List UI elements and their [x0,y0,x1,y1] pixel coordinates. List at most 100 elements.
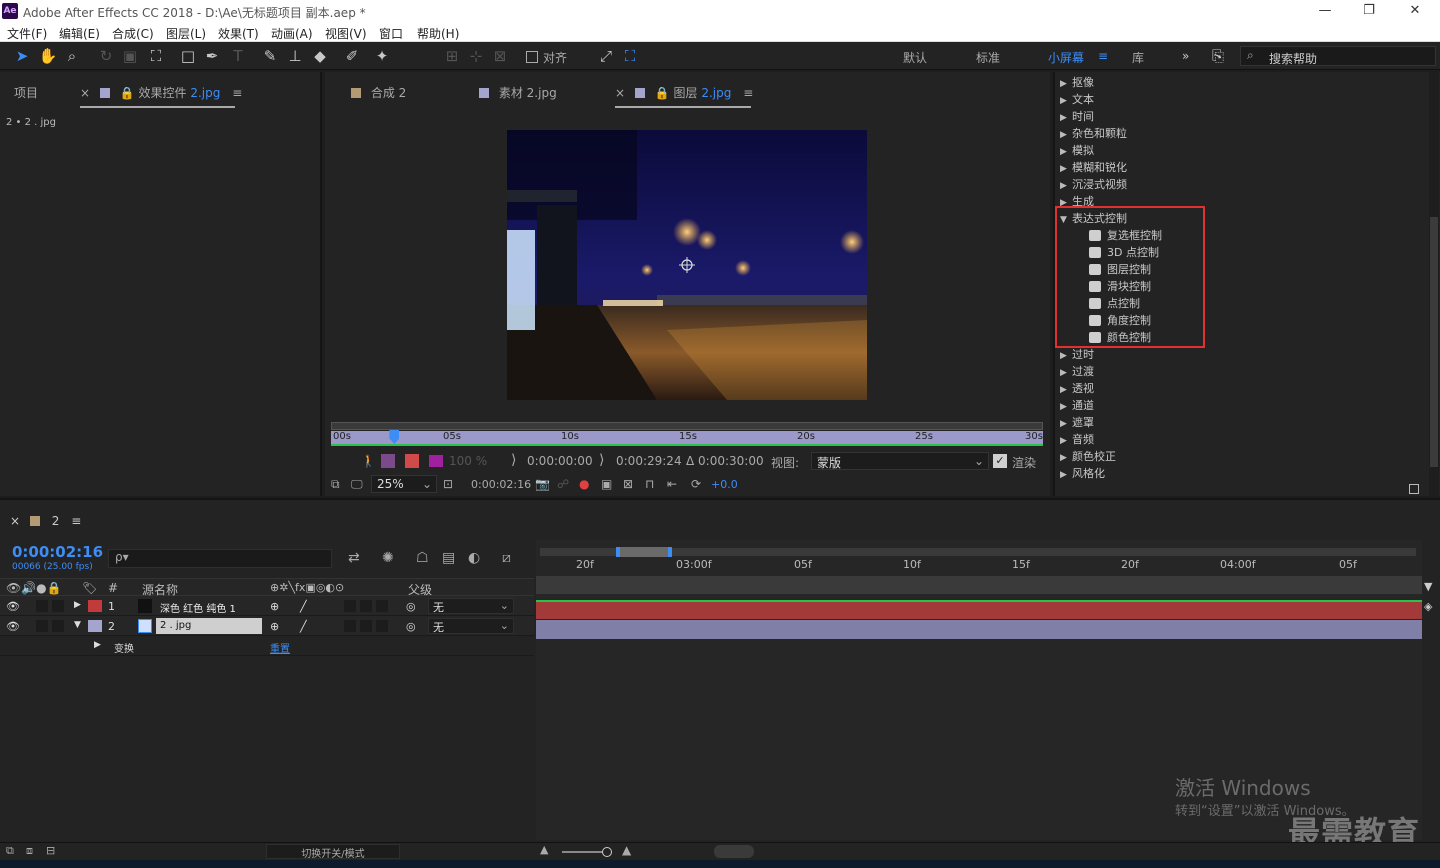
lock-icon[interactable]: 🔒 [120,86,135,100]
layer-end-icon[interactable]: ◈ [1424,600,1432,613]
zoom-out-icon[interactable]: ▲ [540,843,548,856]
layer-name[interactable]: 深色 红色 纯色 1 [156,598,262,615]
parent-dropdown[interactable]: 无 ⌄ [428,618,514,634]
expand-arrow-icon[interactable]: ▶ [1060,147,1072,157]
layer-switches-toggle-icon[interactable]: ⧉ [6,844,14,858]
frame-blending-icon[interactable]: ▤ [442,550,455,566]
expand-arrow-icon[interactable]: ▶ [74,600,81,610]
close-tab-icon[interactable]: × [615,86,625,100]
expand-arrow-icon[interactable]: ▶ [1060,419,1072,429]
effect-category[interactable]: ▶ 音频 [1060,431,1094,447]
panel-menu-icon[interactable]: ≡ [743,86,753,100]
monitor-icon[interactable]: 🖵 [351,477,363,492]
clone-stamp-tool-icon[interactable]: ⊥ [285,46,305,66]
effects-scrollbar[interactable] [1429,72,1439,496]
menu-effect[interactable]: 效果(T) [218,25,259,42]
collapse-arrow-icon[interactable]: ▼ [74,620,81,630]
puppet-pin-tool-icon[interactable]: ✦ [372,46,392,66]
close-tab-icon[interactable]: × [10,514,20,528]
always-preview-icon[interactable]: ⧉ [331,477,340,492]
layer-bar-solid[interactable] [536,600,1422,619]
transform-property-row[interactable]: ▶ 变换 重置 [0,636,534,656]
transparency-grid-icon[interactable]: ⊠ [623,477,633,491]
parent-dropdown[interactable]: 无 ⌄ [428,598,514,614]
local-axis-icon[interactable]: ⊞ [442,46,462,66]
rectangle-tool-icon[interactable]: □ [178,46,198,66]
expand-arrow-icon[interactable]: ▶ [1060,79,1072,89]
label-tag-icon[interactable]: 🏷 [82,581,97,595]
expand-arrow-icon[interactable]: ▶ [1060,385,1072,395]
out-point-time[interactable]: 0:00:29:24 [616,454,682,468]
expand-arrow-icon[interactable]: ▶ [1060,436,1072,446]
workspace-default[interactable]: 默认 [903,49,927,66]
navigator-handle[interactable] [616,547,672,557]
panel-menu-icon[interactable]: ≡ [232,86,242,100]
selection-tool-icon[interactable]: ➤ [12,46,32,66]
zoom-slider-handle[interactable] [602,847,612,857]
lock-toggle[interactable] [52,620,64,632]
effect-category[interactable]: ▶ 通道 [1060,397,1094,413]
effect-category[interactable]: ▶ 过渡 [1060,363,1094,379]
view-axis-icon[interactable]: ⊠ [490,46,510,66]
workspace-library[interactable]: 库 [1132,49,1144,66]
switch-box[interactable] [376,600,388,612]
layer-label-color[interactable] [88,620,102,632]
layer-name[interactable]: 2 . jpg [156,618,262,634]
in-out-toggle-icon[interactable]: ⊟ [46,844,55,857]
effect-category[interactable]: ▶ 透视 [1060,380,1094,396]
effect-category[interactable]: ▶ 杂色和颗粒 [1060,125,1127,141]
effect-category[interactable]: ▶ 模拟 [1060,142,1094,158]
solo-toggle[interactable] [36,620,48,632]
menu-file[interactable]: 文件(F) [7,25,47,42]
zoom-dropdown[interactable]: 25% ⌄ [371,475,437,493]
close-tab-icon[interactable]: × [80,86,90,100]
effect-category[interactable]: ▶ 颜色校正 [1060,448,1116,464]
shy-switch-icon[interactable]: ⊕ [270,620,279,633]
menu-view[interactable]: 视图(V) [325,25,367,42]
reset-link[interactable]: 重置 [270,640,290,655]
menu-composition[interactable]: 合成(C) [112,25,154,42]
effect-category[interactable]: ▶ 时间 [1060,108,1094,124]
layer-row[interactable]: 👁 ▼ 2 2 . jpg ⊕ ╱ ◎ 无 ⌄ [0,616,534,636]
effect-category[interactable]: ▶ 过时 [1060,346,1094,362]
pick-whip-icon[interactable]: ◎ [406,600,416,613]
roto-brush-tool-icon[interactable]: ✐ [342,46,362,66]
region-of-interest-icon[interactable]: ▣ [601,477,612,491]
puppet-icon[interactable] [405,454,419,468]
current-time-display[interactable]: 0:00:02:16 [471,478,531,491]
panel-menu-icon[interactable]: ≡ [71,514,81,528]
exposure-value[interactable]: +0.0 [711,478,738,491]
restore-icon[interactable]: ❐ [1354,2,1384,20]
layer-row[interactable]: 👁 ▶ 1 深色 红色 纯色 1 ⊕ ╱ ◎ 无 ⌄ [0,596,534,616]
snap-option-icon[interactable]: ⤢ [596,46,616,66]
exposure-icon[interactable]: ⟳ [691,477,701,491]
draft-3d-icon[interactable]: ✺ [382,550,394,566]
layer-bar-image[interactable] [536,620,1422,639]
pen-tool-icon[interactable]: ✒ [202,46,222,66]
menu-edit[interactable]: 编辑(E) [59,25,100,42]
switch-box[interactable] [360,600,372,612]
minimize-icon[interactable]: — [1310,2,1340,20]
transfer-controls-icon[interactable]: ⧈ [26,844,33,858]
lock-toggle[interactable] [52,600,64,612]
scrollbar-thumb[interactable] [1430,217,1438,467]
av-features-icon[interactable]: 👁🔊●🔒 [6,581,62,595]
switch-box[interactable] [376,620,388,632]
menu-help[interactable]: 帮助(H) [417,25,459,42]
new-bin-icon[interactable] [1409,484,1419,494]
world-axis-icon[interactable]: ⊹ [466,46,486,66]
tab-layer[interactable]: × 🔒 图层 2.jpg ≡ [615,84,753,101]
motion-blur-icon[interactable]: ◐ [468,550,480,566]
snap-target-icon[interactable]: ⛶ [620,46,640,66]
tab-effect-controls[interactable]: × 🔒 效果控件 2.jpg ≡ [80,84,242,101]
tab-timeline-comp[interactable]: × 2 ≡ [10,514,81,528]
workspace-standard[interactable]: 标准 [976,49,1000,66]
effect-category[interactable]: ▶ 文本 [1060,91,1094,107]
onion-skin-icon[interactable]: 🚶 [361,454,376,468]
layer-time-ruler[interactable]: 00s 05s 10s 15s 20s 25s 30s [331,422,1043,446]
layer-preview-image[interactable] [507,130,867,400]
3d-view-icon[interactable]: ⊓ [645,477,654,491]
solo-toggle[interactable] [36,600,48,612]
switch-box[interactable] [344,620,356,632]
workspace-menu-icon[interactable]: ≡ [1098,49,1108,63]
